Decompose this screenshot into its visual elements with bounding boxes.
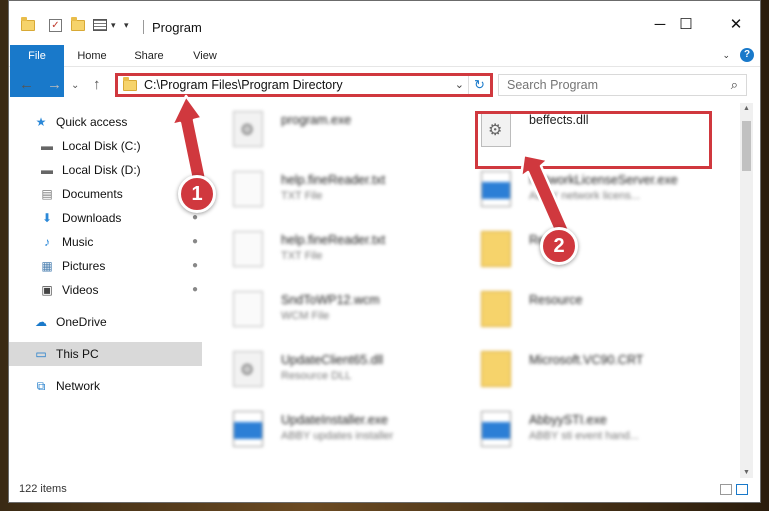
arrow-2: [519, 153, 572, 240]
arrow-1: [170, 94, 208, 183]
callout-badge-2: 2: [540, 227, 578, 265]
callout-badge-1: 1: [178, 175, 216, 213]
callout-arrows: [170, 94, 572, 240]
